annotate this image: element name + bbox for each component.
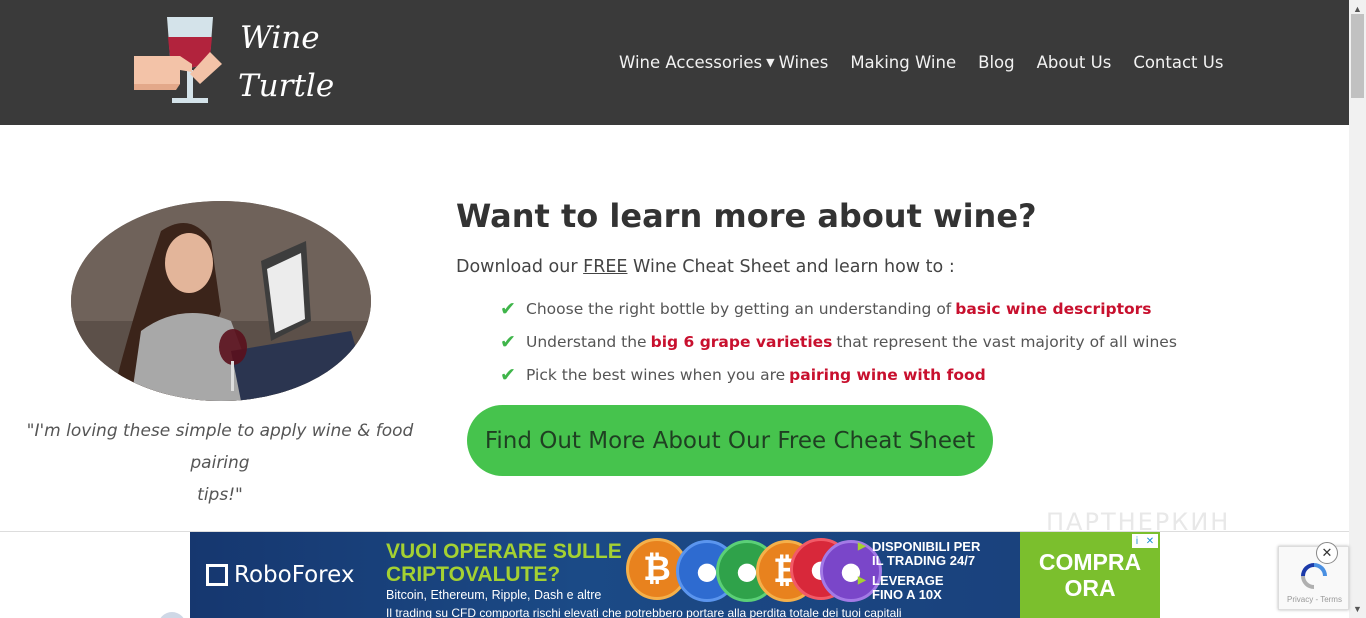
list-item: ✔ Understand the big 6 grape varieties t… [500, 325, 1177, 358]
nav-item-wines[interactable]: Wines [779, 53, 829, 72]
site-logo-text[interactable]: Wine Turtle [238, 14, 335, 110]
roboforex-logo-icon [206, 564, 228, 586]
bullet-text-post: that represent the vast majority of all … [836, 332, 1177, 351]
close-icon[interactable]: ✕ [1146, 536, 1154, 547]
nav-item-about-us[interactable]: About Us [1037, 53, 1112, 72]
bullet-highlight: basic wine descriptors [955, 299, 1152, 318]
nav-item-label: Making Wine [850, 52, 957, 72]
ad-headline: VUOI OPERARE SULLE CRIPTOVALUTE? [386, 540, 626, 586]
nav-item-wine-accessories[interactable]: Wine Accessories ▼ [619, 53, 775, 72]
page-headline: Want to learn more about wine? [456, 197, 1037, 235]
floating-widget[interactable] [158, 612, 186, 618]
nav-item-label: Wines [778, 52, 829, 72]
photo-illustration [71, 201, 371, 401]
ad-banner[interactable]: RoboForex VUOI OPERARE SULLE CRIPTOVALUT… [190, 532, 1160, 618]
nav-item-blog[interactable]: Blog [978, 53, 1014, 72]
bullet-text: Pick the best wines when you are [526, 365, 786, 384]
scroll-thumb[interactable] [1351, 14, 1364, 98]
bullet-text: Understand the [526, 332, 647, 351]
scroll-up-arrow-icon[interactable]: ▲ [1353, 4, 1362, 14]
info-icon[interactable]: i [1136, 536, 1138, 547]
testimonial-line: tips!" [197, 485, 243, 505]
nav-item-label: About Us [1036, 52, 1112, 72]
ad-brand: RoboForex [206, 562, 354, 588]
cheat-sheet-cta-button[interactable]: Find Out More About Our Free Cheat Sheet [467, 405, 993, 476]
list-item: ✔ Pick the best wines when you are pairi… [500, 358, 1177, 391]
recaptcha-icon [1301, 563, 1327, 589]
intro-pre: Download our [456, 257, 578, 277]
chevron-down-icon: ▼ [766, 55, 775, 69]
nav-item-making-wine[interactable]: Making Wine [850, 53, 956, 72]
testimonial-quote: "I'm loving these simple to apply wine &… [10, 415, 430, 511]
nav-item-label: Contact Us [1133, 52, 1224, 72]
ad-features: ▶ DISPONIBILI PER IL TRADING 24/7 ▶ LEVE… [858, 540, 980, 608]
bullet-highlight: pairing wine with food [789, 365, 986, 384]
woman-with-wine-photo [71, 201, 371, 401]
ad-buy-line: ORA [1064, 575, 1116, 601]
close-ad-icon[interactable]: ✕ [1316, 542, 1338, 564]
ad-feature-row: ▶ LEVERAGE FINO A 10X [858, 574, 980, 602]
ad-headline-line: CRIPTOVALUTE? [386, 563, 561, 586]
ad-choices[interactable]: i ✕ [1132, 534, 1158, 548]
list-item: ✔ Choose the right bottle by getting an … [500, 292, 1177, 325]
ad-headline-line: VUOI OPERARE SULLE [386, 540, 622, 563]
nav-item-label: Wine Accessories [619, 52, 763, 72]
ad-feature-line: FINO A 10X [872, 587, 942, 602]
ad-feature-row: ▶ DISPONIBILI PER IL TRADING 24/7 [858, 540, 980, 568]
intro-post: Wine Cheat Sheet and learn how to : [633, 257, 955, 277]
bullet-text: Choose the right bottle by getting an un… [526, 299, 952, 318]
ad-buy-line: COMPRA [1038, 549, 1142, 575]
scroll-down-arrow-icon[interactable]: ▼ [1353, 604, 1362, 614]
main-nav: Wine Accessories ▼ Wines Making Wine Blo… [619, 48, 1245, 76]
nav-item-contact-us[interactable]: Contact Us [1133, 53, 1223, 72]
ad-feature-line: LEVERAGE [872, 573, 944, 588]
checkmark-icon: ✔ [500, 363, 516, 386]
checkmark-icon: ✔ [500, 297, 516, 320]
bullet-highlight: big 6 grape varieties [650, 332, 833, 351]
testimonial-line: "I'm loving these simple to apply wine &… [26, 421, 414, 473]
logo-line-wine: Wine [240, 20, 320, 56]
site-header: Wine Turtle Wine Accessories ▼ Wines Mak… [0, 0, 1349, 125]
intro-free: FREE [583, 257, 628, 277]
page-scrollbar[interactable]: ▲ ▼ [1349, 0, 1366, 618]
checkmark-icon: ✔ [500, 330, 516, 353]
ad-disclaimer: Il trading su CFD comporta rischi elevat… [386, 606, 902, 618]
benefits-list: ✔ Choose the right bottle by getting an … [500, 292, 1177, 391]
intro-text: Download our FREE Wine Cheat Sheet and l… [456, 257, 955, 277]
ad-subline: Bitcoin, Ethereum, Ripple, Dash e altre [386, 588, 602, 602]
nav-item-label: Blog [978, 52, 1015, 72]
recaptcha-footer[interactable]: Privacy - Terms [1287, 595, 1342, 604]
recaptcha-badge[interactable]: Privacy - Terms [1278, 546, 1349, 610]
ad-brand-name: RoboForex [234, 562, 355, 588]
triangle-bullet-icon: ▶ [858, 575, 866, 586]
logo-line-turtle: Turtle [238, 68, 335, 104]
ad-feature-line: IL TRADING 24/7 [872, 553, 976, 568]
ad-feature-line: DISPONIBILI PER [872, 539, 981, 554]
triangle-bullet-icon: ▶ [858, 541, 866, 552]
